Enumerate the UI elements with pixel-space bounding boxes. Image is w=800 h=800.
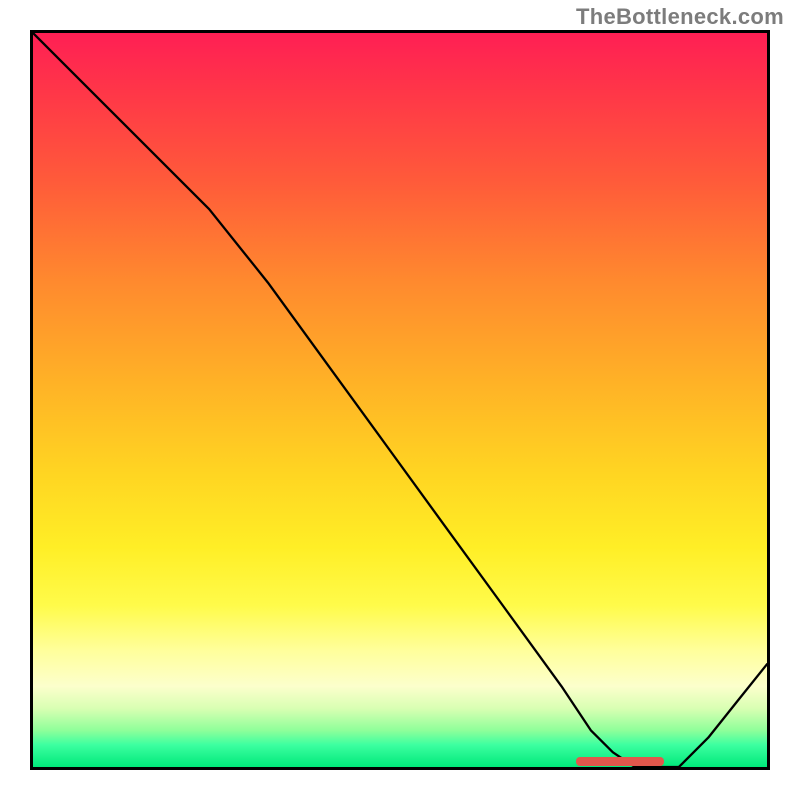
chart-container: TheBottleneck.com xyxy=(0,0,800,800)
plot-area xyxy=(30,30,770,770)
highlight-segment xyxy=(576,757,664,766)
line-curve xyxy=(33,33,767,767)
watermark-text: TheBottleneck.com xyxy=(576,4,784,30)
